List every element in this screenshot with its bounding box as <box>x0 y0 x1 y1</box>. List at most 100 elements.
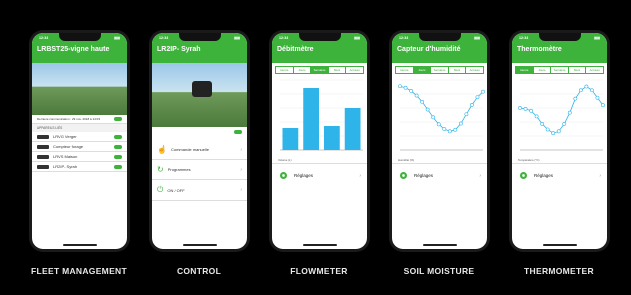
menu-item-manual[interactable]: ☝ Commande manuelle › <box>152 140 247 160</box>
chart-legend: Volume (L) <box>278 158 292 162</box>
device-row[interactable]: LRVG Verger <box>32 132 127 142</box>
data-point[interactable] <box>584 84 589 89</box>
notch <box>538 33 581 41</box>
chevron-right-icon: › <box>240 146 242 153</box>
battery-icon: ▮▮▮ <box>114 36 120 40</box>
home-indicator[interactable] <box>62 244 97 246</box>
data-point[interactable] <box>523 107 528 111</box>
tab-year[interactable]: Années <box>346 67 363 73</box>
data-point[interactable] <box>458 121 463 126</box>
battery-icon: ▮▮▮ <box>354 36 360 40</box>
bar[interactable] <box>282 128 299 150</box>
data-point[interactable] <box>540 121 545 126</box>
data-point[interactable] <box>578 88 583 93</box>
thermo-chart <box>518 79 605 151</box>
data-point[interactable] <box>545 127 550 132</box>
device-icon <box>37 134 49 139</box>
data-point[interactable] <box>529 108 533 113</box>
tab-year[interactable]: Années <box>466 67 483 73</box>
data-point[interactable] <box>464 112 469 117</box>
home-indicator[interactable] <box>542 244 577 246</box>
caption-flowmeter: FLOWMETER <box>290 266 348 276</box>
vineyard-photo <box>32 63 127 115</box>
screen: 12:34 ▮▮▮ Capteur d'humidité Heure Jours … <box>392 33 487 249</box>
tab-day[interactable]: Jours <box>294 67 312 73</box>
phone-control: 12:34 ▮▮▮ LR2IP- Syrah ☝ Commande manuelle… <box>149 30 250 252</box>
tab-day[interactable]: Jours <box>534 67 552 73</box>
data-point[interactable] <box>436 122 441 127</box>
chevron-right-icon: › <box>359 172 361 179</box>
tab-week[interactable]: Semaine <box>431 67 449 73</box>
menu-item-programs[interactable]: ↻ Programmes › <box>152 160 247 180</box>
tab-month[interactable]: Mois <box>449 67 467 73</box>
tab-hour[interactable]: Heure <box>516 67 534 73</box>
home-indicator[interactable] <box>302 244 337 246</box>
device-row[interactable]: LR2IP- Syrah <box>32 162 127 172</box>
data-point[interactable] <box>447 129 452 134</box>
data-point[interactable] <box>475 95 480 100</box>
flow-chart <box>280 79 363 151</box>
data-point[interactable] <box>573 96 578 101</box>
data-point[interactable] <box>595 95 600 100</box>
data-point[interactable] <box>556 129 561 134</box>
home-indicator[interactable] <box>422 244 457 246</box>
data-point[interactable] <box>414 93 419 98</box>
bar[interactable] <box>344 108 361 150</box>
data-point[interactable] <box>420 99 425 104</box>
tab-week[interactable]: Semaine <box>311 67 329 73</box>
data-point[interactable] <box>481 89 485 94</box>
tab-day[interactable]: Jours <box>413 67 432 73</box>
data-point[interactable] <box>562 121 567 126</box>
period-tabs: Heure Jours Semaine Mois Années <box>395 66 484 74</box>
data-point[interactable] <box>403 85 408 90</box>
tab-hour[interactable]: Heure <box>276 67 294 73</box>
settings-row[interactable]: Réglages › <box>272 163 367 187</box>
data-point[interactable] <box>398 84 402 89</box>
data-point[interactable] <box>567 110 572 115</box>
tab-hour[interactable]: Heure <box>396 67 414 73</box>
device-photo <box>152 63 247 127</box>
data-point[interactable] <box>601 103 605 108</box>
status-time: 12:34 <box>39 36 49 40</box>
tab-month[interactable]: Mois <box>329 67 347 73</box>
data-point[interactable] <box>470 102 474 107</box>
chevron-right-icon: › <box>599 172 601 179</box>
tab-week[interactable]: Semaine <box>551 67 569 73</box>
data-point[interactable] <box>551 131 556 136</box>
data-point[interactable] <box>442 127 447 131</box>
last-communication-text: Derniere communication : 29 nov. 2018 à … <box>37 117 100 121</box>
settings-row[interactable]: Réglages › <box>392 163 487 187</box>
battery-icon: ▮▮▮ <box>594 36 600 40</box>
notch <box>418 33 461 41</box>
menu-label: Programmes <box>167 167 191 172</box>
data-point[interactable] <box>431 115 436 120</box>
data-point[interactable] <box>409 88 413 93</box>
home-indicator[interactable] <box>182 244 217 246</box>
tab-year[interactable]: Années <box>586 67 603 73</box>
data-point[interactable] <box>425 107 430 112</box>
settings-row[interactable]: Réglages › <box>512 163 607 187</box>
data-point[interactable] <box>453 127 458 132</box>
device-row[interactable]: Compteur forage <box>32 142 127 152</box>
spacer <box>152 130 247 140</box>
menu-label: Commande manuelle <box>170 147 209 152</box>
bar[interactable] <box>303 88 320 150</box>
section-header: APPAREILS LIÉS <box>32 124 127 132</box>
device-row[interactable]: LRVS Maison <box>32 152 127 162</box>
data-point[interactable] <box>590 88 594 93</box>
device-label: Compteur forage <box>53 144 84 149</box>
caption-control: CONTROL <box>176 266 222 276</box>
menu-item-onoff[interactable]: ⏻ ON / OFF › <box>152 180 247 201</box>
battery-icon: ▮▮▮ <box>474 36 480 40</box>
chevron-right-icon: › <box>479 172 481 179</box>
settings-label: Réglages <box>414 173 434 178</box>
settings-label: Réglages <box>294 173 314 178</box>
data-point[interactable] <box>534 114 539 119</box>
caption-fleet: FLEET MANAGEMENT <box>31 266 127 276</box>
status-icon <box>114 164 122 169</box>
data-point[interactable] <box>518 106 522 110</box>
bar[interactable] <box>323 126 340 150</box>
status-icon <box>114 154 122 159</box>
phone-thermometer: 12:34 ▮▮▮ Thermomètre Heure Jours Semaine… <box>509 30 610 252</box>
tab-month[interactable]: Mois <box>569 67 587 73</box>
